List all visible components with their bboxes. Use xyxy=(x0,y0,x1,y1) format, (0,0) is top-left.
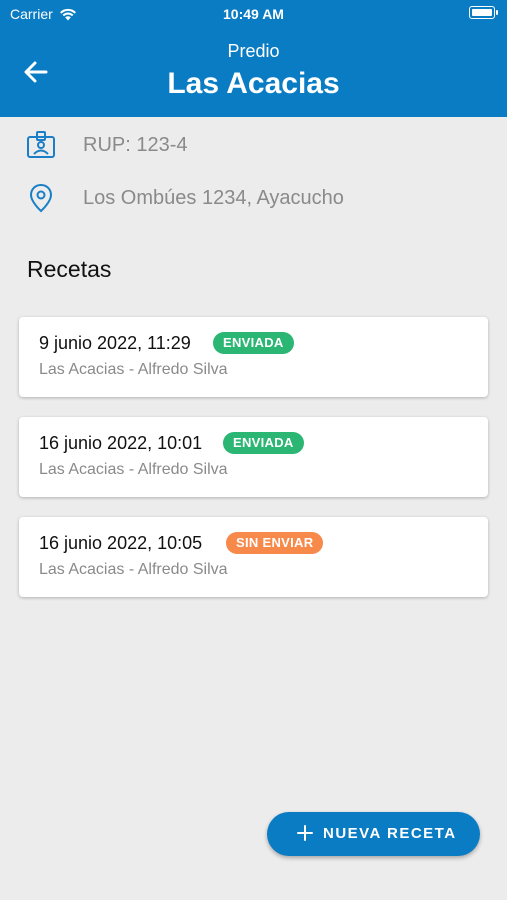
header-subtitle: Predio xyxy=(227,41,280,61)
receta-card[interactable]: 9 junio 2022, 11:29 ENVIADA Las Acacias … xyxy=(19,317,488,397)
id-card-icon xyxy=(27,131,55,158)
plus-icon xyxy=(297,825,313,841)
battery-icon xyxy=(469,6,498,19)
rup-row: RUP: 123-4 xyxy=(0,124,507,164)
rup-text: RUP: 123-4 xyxy=(83,134,188,156)
location-pin-icon xyxy=(29,183,53,213)
section-title: Recetas xyxy=(27,256,112,282)
receta-date: 16 junio 2022, 10:01 xyxy=(39,433,203,453)
receta-card[interactable]: 16 junio 2022, 10:05 SIN ENVIAR Las Acac… xyxy=(19,517,488,597)
clock: 10:49 AM xyxy=(223,6,284,22)
receta-subtitle: Las Acacias - Alfredo Silva xyxy=(39,461,228,478)
receta-date: 9 junio 2022, 11:29 xyxy=(39,333,191,353)
new-receta-label: NUEVA RECETA xyxy=(323,825,457,842)
app-header: Carrier 10:49 AM Predio Las Acacias xyxy=(0,0,507,117)
receta-subtitle: Las Acacias - Alfredo Silva xyxy=(39,561,228,578)
status-badge: ENVIADA xyxy=(213,332,294,354)
new-receta-button[interactable]: NUEVA RECETA xyxy=(267,812,480,856)
receta-subtitle: Las Acacias - Alfredo Silva xyxy=(39,361,228,378)
address-text: Los Ombúes 1234, Ayacucho xyxy=(83,187,344,209)
receta-card[interactable]: 16 junio 2022, 10:01 ENVIADA Las Acacias… xyxy=(19,417,488,497)
address-row: Los Ombúes 1234, Ayacucho xyxy=(0,177,507,217)
receta-date: 16 junio 2022, 10:05 xyxy=(39,533,203,553)
status-badge: SIN ENVIAR xyxy=(226,532,324,554)
status-badge: ENVIADA xyxy=(223,432,304,454)
status-bar: Carrier 10:49 AM xyxy=(0,0,507,28)
page-title: Las Acacias xyxy=(167,67,340,100)
